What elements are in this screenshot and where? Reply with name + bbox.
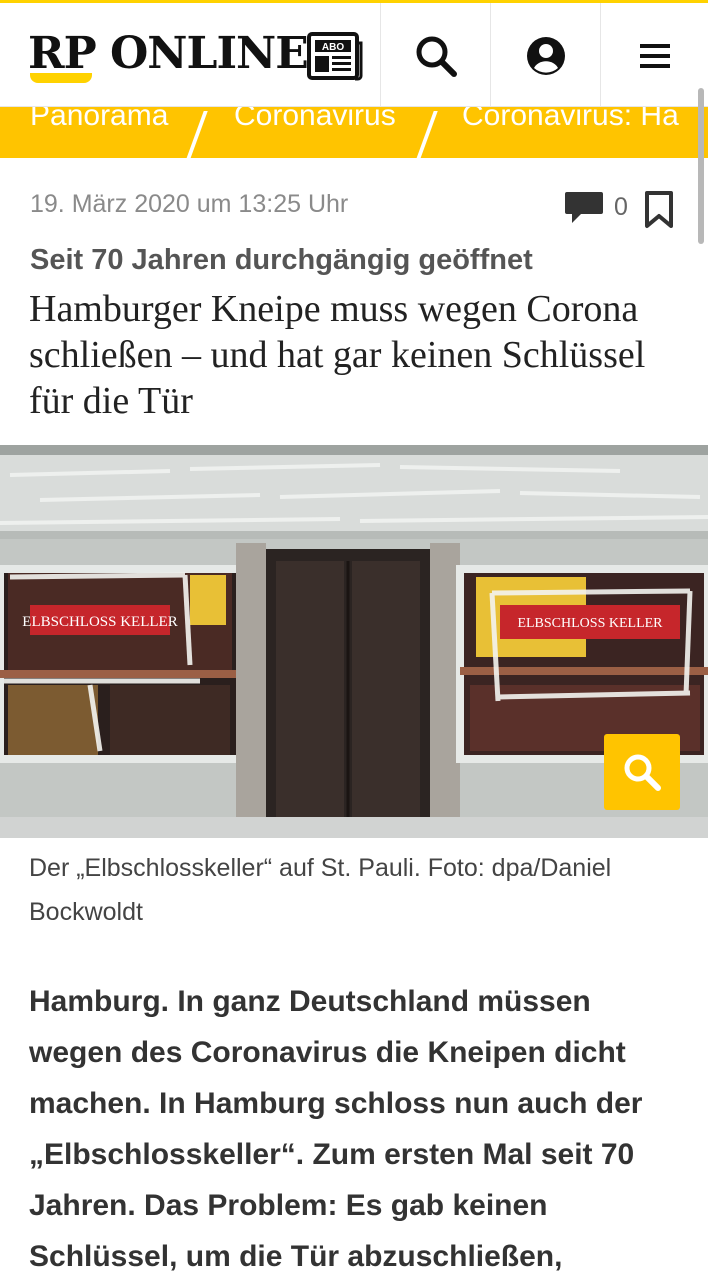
sign-elbschlosskeller-left: ELBSCHLOSS KELLER (22, 614, 177, 630)
article-kicker: Seit 70 Jahren durchgängig geöffnet (30, 244, 533, 276)
logo-text: RP ONLINE (28, 28, 309, 79)
image-caption: Der „Elbschlosskeller“ auf St. Pauli. Fo… (29, 854, 612, 926)
breadcrumb-item-coronavirus-hamburg[interactable]: Coronavirus: Ha (462, 107, 679, 133)
site-header: RP ONLINE ABO (0, 0, 708, 109)
logo-underline (30, 73, 92, 83)
comments-link[interactable] (564, 190, 604, 230)
breadcrumb: Panorama Coronavirus Coronavirus: Ha (0, 107, 708, 158)
breadcrumb-item-coronavirus[interactable]: Coronavirus (234, 107, 396, 133)
comment-icon (565, 192, 603, 223)
sign-elbschlosskeller-right: ELBSCHLOSS KELLER (517, 616, 663, 631)
bookmark-button[interactable] (643, 190, 675, 234)
magnifier-icon (624, 754, 661, 791)
abo-button[interactable]: ABO (290, 3, 380, 109)
article-body: Hamburg. In ganz Deutschland müssen wege… (29, 985, 643, 1273)
article-headline: Hamburger Kneipe muss wegen Corona schli… (29, 288, 646, 422)
user-account-button[interactable] (490, 3, 600, 109)
scrollbar[interactable] (698, 88, 704, 244)
pub-facade-photo: ELBSCHLOSS KELLER ELBSCHLOSS KELLER (0, 445, 708, 838)
breadcrumb-item-panorama[interactable]: Panorama (30, 107, 168, 133)
image-zoom-button[interactable] (604, 734, 680, 810)
search-button[interactable] (380, 3, 490, 109)
search-icon (416, 36, 457, 77)
user-icon (526, 37, 565, 75)
breadcrumb-separator (186, 111, 208, 158)
menu-button[interactable] (600, 3, 708, 109)
rp-online-logo[interactable]: RP ONLINE (28, 28, 309, 89)
breadcrumb-separator (416, 111, 438, 158)
menu-icon (639, 44, 670, 68)
article-date: 19. März 2020 um 13:25 Uhr (30, 190, 349, 218)
article-image[interactable]: ELBSCHLOSS KELLER ELBSCHLOSS KELLER (0, 445, 708, 838)
comment-count[interactable]: 0 (614, 193, 628, 222)
abo-label: ABO (322, 42, 344, 53)
bookmark-icon (645, 191, 673, 228)
newspaper-abo-icon: ABO (307, 32, 363, 81)
